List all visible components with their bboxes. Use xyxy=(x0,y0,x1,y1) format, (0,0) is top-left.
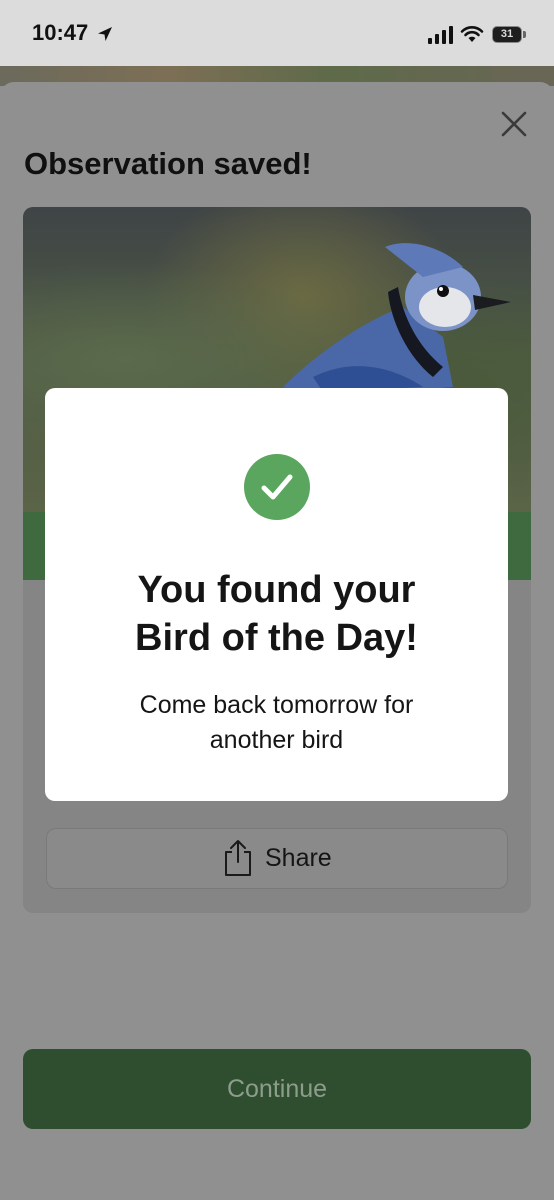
wifi-icon xyxy=(460,26,484,42)
dialog-title-line2: Bird of the Day! xyxy=(135,617,418,659)
share-icon xyxy=(225,840,251,876)
signal-icon xyxy=(428,26,453,44)
dialog-subtitle-line2: another bird xyxy=(209,726,344,754)
bird-of-the-day-dialog: You found your Bird of the Day! Come bac… xyxy=(45,388,508,801)
dialog-subtitle: Come back tomorrow for another bird xyxy=(45,688,508,758)
page-title: Observation saved! xyxy=(24,146,312,181)
share-button-label: Share xyxy=(265,844,332,872)
dialog-title: You found your Bird of the Day! xyxy=(45,566,508,662)
dialog-subtitle-line1: Come back tomorrow for xyxy=(139,691,414,719)
status-bar: 10:47 31 xyxy=(0,0,554,66)
checkmark-icon xyxy=(244,454,310,520)
battery-level: 31 xyxy=(500,28,514,40)
continue-button[interactable]: Continue xyxy=(23,1049,531,1129)
dialog-title-line1: You found your xyxy=(137,569,416,611)
battery-cap xyxy=(523,31,526,38)
status-time: 10:47 xyxy=(32,20,89,45)
battery-icon: 31 xyxy=(492,26,522,43)
close-icon[interactable] xyxy=(498,108,530,140)
location-arrow-icon xyxy=(98,27,112,41)
continue-button-label: Continue xyxy=(226,1075,328,1103)
